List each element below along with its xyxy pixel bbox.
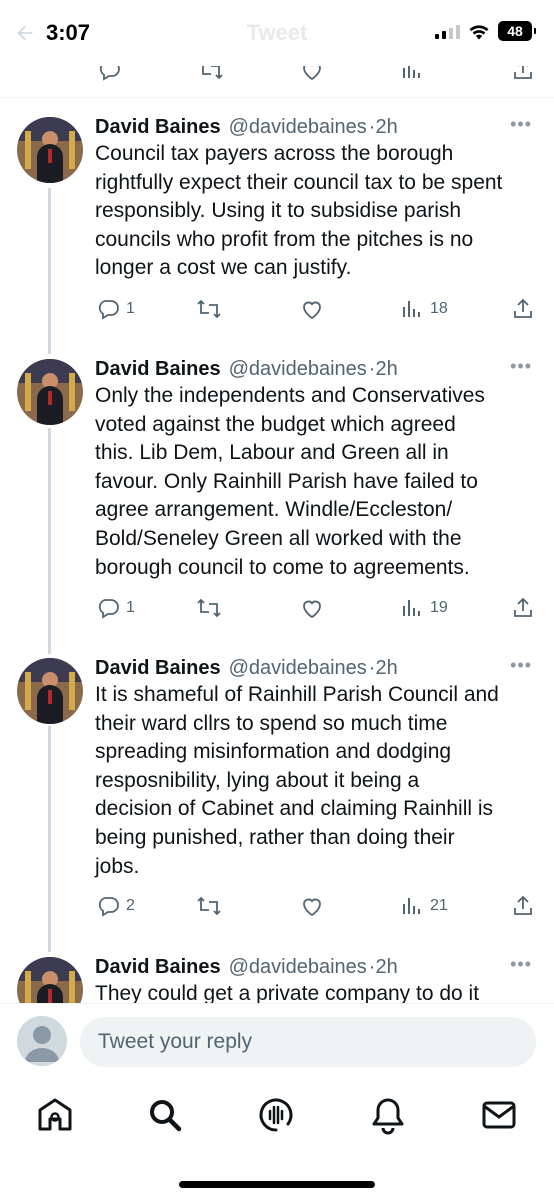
wifi-icon bbox=[469, 24, 489, 39]
author-name[interactable]: David Baines bbox=[95, 956, 221, 979]
avatar[interactable] bbox=[17, 957, 83, 1003]
like-button[interactable] bbox=[299, 596, 325, 620]
tweet[interactable]: David Baines @davidebaines · 2h ••• It i… bbox=[0, 653, 554, 943]
reply-button[interactable]: 2 bbox=[96, 894, 135, 918]
views-count: 19 bbox=[430, 599, 448, 616]
dot-separator: · bbox=[368, 955, 376, 978]
reply-button[interactable]: 1 bbox=[96, 596, 135, 620]
author-handle[interactable]: @davidebaines bbox=[229, 358, 367, 381]
views-icon bbox=[403, 898, 420, 914]
avatar[interactable] bbox=[17, 359, 83, 425]
tweet-text: They could get a private company to do i… bbox=[95, 982, 480, 1003]
retweet-icon bbox=[197, 299, 221, 319]
more-icon[interactable]: ••• bbox=[510, 655, 532, 676]
share-button[interactable] bbox=[511, 894, 535, 918]
share-button[interactable] bbox=[511, 297, 535, 321]
author-name[interactable]: David Baines bbox=[95, 116, 221, 139]
views-button[interactable]: 21 bbox=[400, 894, 448, 918]
tweet[interactable]: David Baines @davidebaines · 2h ••• Coun… bbox=[0, 112, 554, 347]
share-icon bbox=[514, 597, 532, 617]
more-icon[interactable]: ••• bbox=[510, 114, 532, 135]
avatar[interactable] bbox=[17, 117, 83, 183]
views-button[interactable]: 19 bbox=[400, 596, 448, 620]
reply-count: 1 bbox=[126, 300, 135, 317]
views-button[interactable]: 18 bbox=[400, 297, 448, 321]
author-name[interactable]: David Baines bbox=[95, 657, 221, 680]
tweet-text: It is shameful of Rainhill Parish Counci… bbox=[95, 683, 499, 878]
reply-bar: Tweet your reply bbox=[0, 1003, 554, 1081]
tweet-text: Only the independents and Conservatives … bbox=[95, 384, 485, 579]
reply-icon bbox=[98, 599, 119, 619]
views-icon bbox=[403, 301, 420, 317]
tab-bar bbox=[0, 1081, 554, 1200]
views-icon bbox=[403, 600, 420, 616]
dot-separator: · bbox=[368, 656, 376, 679]
author-name[interactable]: David Baines bbox=[95, 358, 221, 381]
notifications-icon[interactable] bbox=[368, 1095, 408, 1135]
messages-icon[interactable] bbox=[479, 1095, 519, 1135]
reply-button[interactable]: 1 bbox=[96, 297, 135, 321]
reply-count: 2 bbox=[126, 897, 135, 914]
tweet-time: 2h bbox=[375, 955, 398, 978]
author-handle[interactable]: @davidebaines bbox=[229, 657, 367, 680]
retweet-button[interactable] bbox=[196, 596, 222, 620]
reply-count: 1 bbox=[126, 599, 135, 616]
tweet[interactable]: David Baines @davidebaines · 2h ••• Only… bbox=[0, 354, 554, 644]
battery-indicator: 48 bbox=[498, 21, 536, 41]
more-icon[interactable]: ••• bbox=[510, 954, 532, 975]
dot-separator: · bbox=[368, 115, 376, 138]
retweet-button[interactable] bbox=[196, 894, 222, 918]
retweet-icon bbox=[197, 598, 221, 618]
dot-separator: · bbox=[368, 357, 376, 380]
tweet[interactable]: David Baines @davidebaines · 2h ••• They… bbox=[0, 952, 554, 1003]
home-indicator bbox=[179, 1181, 375, 1188]
author-handle[interactable]: @davidebaines bbox=[229, 956, 367, 979]
retweet-button[interactable] bbox=[196, 297, 222, 321]
tweet-time: 2h bbox=[375, 656, 398, 679]
reply-input[interactable]: Tweet your reply bbox=[80, 1017, 536, 1067]
share-icon bbox=[514, 895, 532, 915]
avatar[interactable] bbox=[17, 658, 83, 724]
tweet-time: 2h bbox=[375, 115, 398, 138]
like-button[interactable] bbox=[299, 894, 325, 918]
tweet-time: 2h bbox=[375, 357, 398, 380]
tweet-text: Council tax payers across the borough ri… bbox=[95, 142, 503, 280]
spaces-icon[interactable] bbox=[256, 1095, 296, 1135]
cellular-signal-icon bbox=[435, 23, 460, 39]
like-icon bbox=[303, 600, 321, 619]
status-bar: 3:07 Tweet 48 bbox=[0, 0, 554, 66]
share-icon bbox=[514, 298, 532, 318]
reply-icon bbox=[98, 897, 119, 917]
views-count: 18 bbox=[430, 300, 448, 317]
user-avatar[interactable] bbox=[17, 1016, 67, 1066]
search-icon[interactable] bbox=[145, 1095, 185, 1135]
like-icon bbox=[303, 898, 321, 917]
views-count: 21 bbox=[430, 897, 448, 914]
more-icon[interactable]: ••• bbox=[510, 356, 532, 377]
like-button[interactable] bbox=[299, 297, 325, 321]
share-button[interactable] bbox=[511, 596, 535, 620]
reply-icon bbox=[98, 300, 119, 320]
like-icon bbox=[303, 301, 321, 320]
retweet-icon bbox=[197, 896, 221, 916]
author-handle[interactable]: @davidebaines bbox=[229, 116, 367, 139]
home-icon[interactable] bbox=[35, 1095, 75, 1135]
